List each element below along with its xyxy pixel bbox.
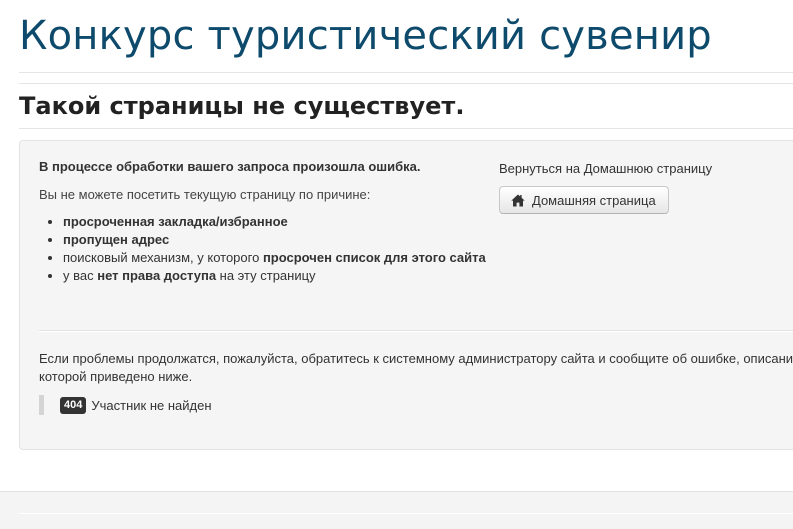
error-panel: В процессе обработки вашего запроса прои…: [19, 140, 793, 450]
reason-text-bold: просроченная закладка/избранное: [63, 214, 288, 229]
reason-text: у вас: [63, 268, 98, 283]
error-lead: В процессе обработки вашего запроса прои…: [39, 159, 421, 174]
home-button-label: Домашняя страница: [532, 192, 656, 208]
error-message: Участник не найден: [91, 397, 212, 413]
header-divider-secondary: [19, 83, 793, 84]
page-title: Такой страницы не существует.: [19, 92, 465, 120]
reason-text-bold: просрочен список для этого сайта: [262, 250, 486, 265]
site-title: Конкурс туристический сувенир: [19, 13, 712, 59]
reason-item: просроченная закладка/избранное: [63, 213, 493, 231]
reason-list: просроченная закладка/избранное пропущен …: [39, 213, 493, 285]
header-divider: [19, 72, 793, 73]
home-page-button[interactable]: Домашняя страница: [499, 186, 669, 214]
home-icon: [511, 194, 525, 207]
reason-text: поисковый механизм, у которого: [63, 250, 263, 265]
reason-intro: Вы не можете посетить текущую страницу п…: [39, 187, 371, 202]
error-message-quote: 404 Участник не найден: [39, 395, 212, 415]
reason-item: поисковый механизм, у которого просрочен…: [63, 249, 493, 267]
footer-divider: [19, 513, 793, 514]
problem-text: Если проблемы продолжатся, пожалуйста, о…: [39, 351, 793, 384]
reason-text-bold: нет права доступа: [97, 268, 217, 283]
error-code-badge: 404: [60, 396, 87, 414]
heading-divider: [19, 128, 793, 129]
reason-item: пропущен адрес: [63, 231, 493, 249]
panel-divider: [39, 330, 793, 332]
home-prompt: Вернуться на Домашнюю страницу: [499, 161, 713, 176]
reason-text-bold: пропущен адрес: [63, 232, 170, 247]
reason-item: у вас нет права доступа на эту страницу: [63, 267, 493, 285]
reason-text: на эту страницу: [216, 268, 316, 283]
footer: [0, 491, 793, 529]
